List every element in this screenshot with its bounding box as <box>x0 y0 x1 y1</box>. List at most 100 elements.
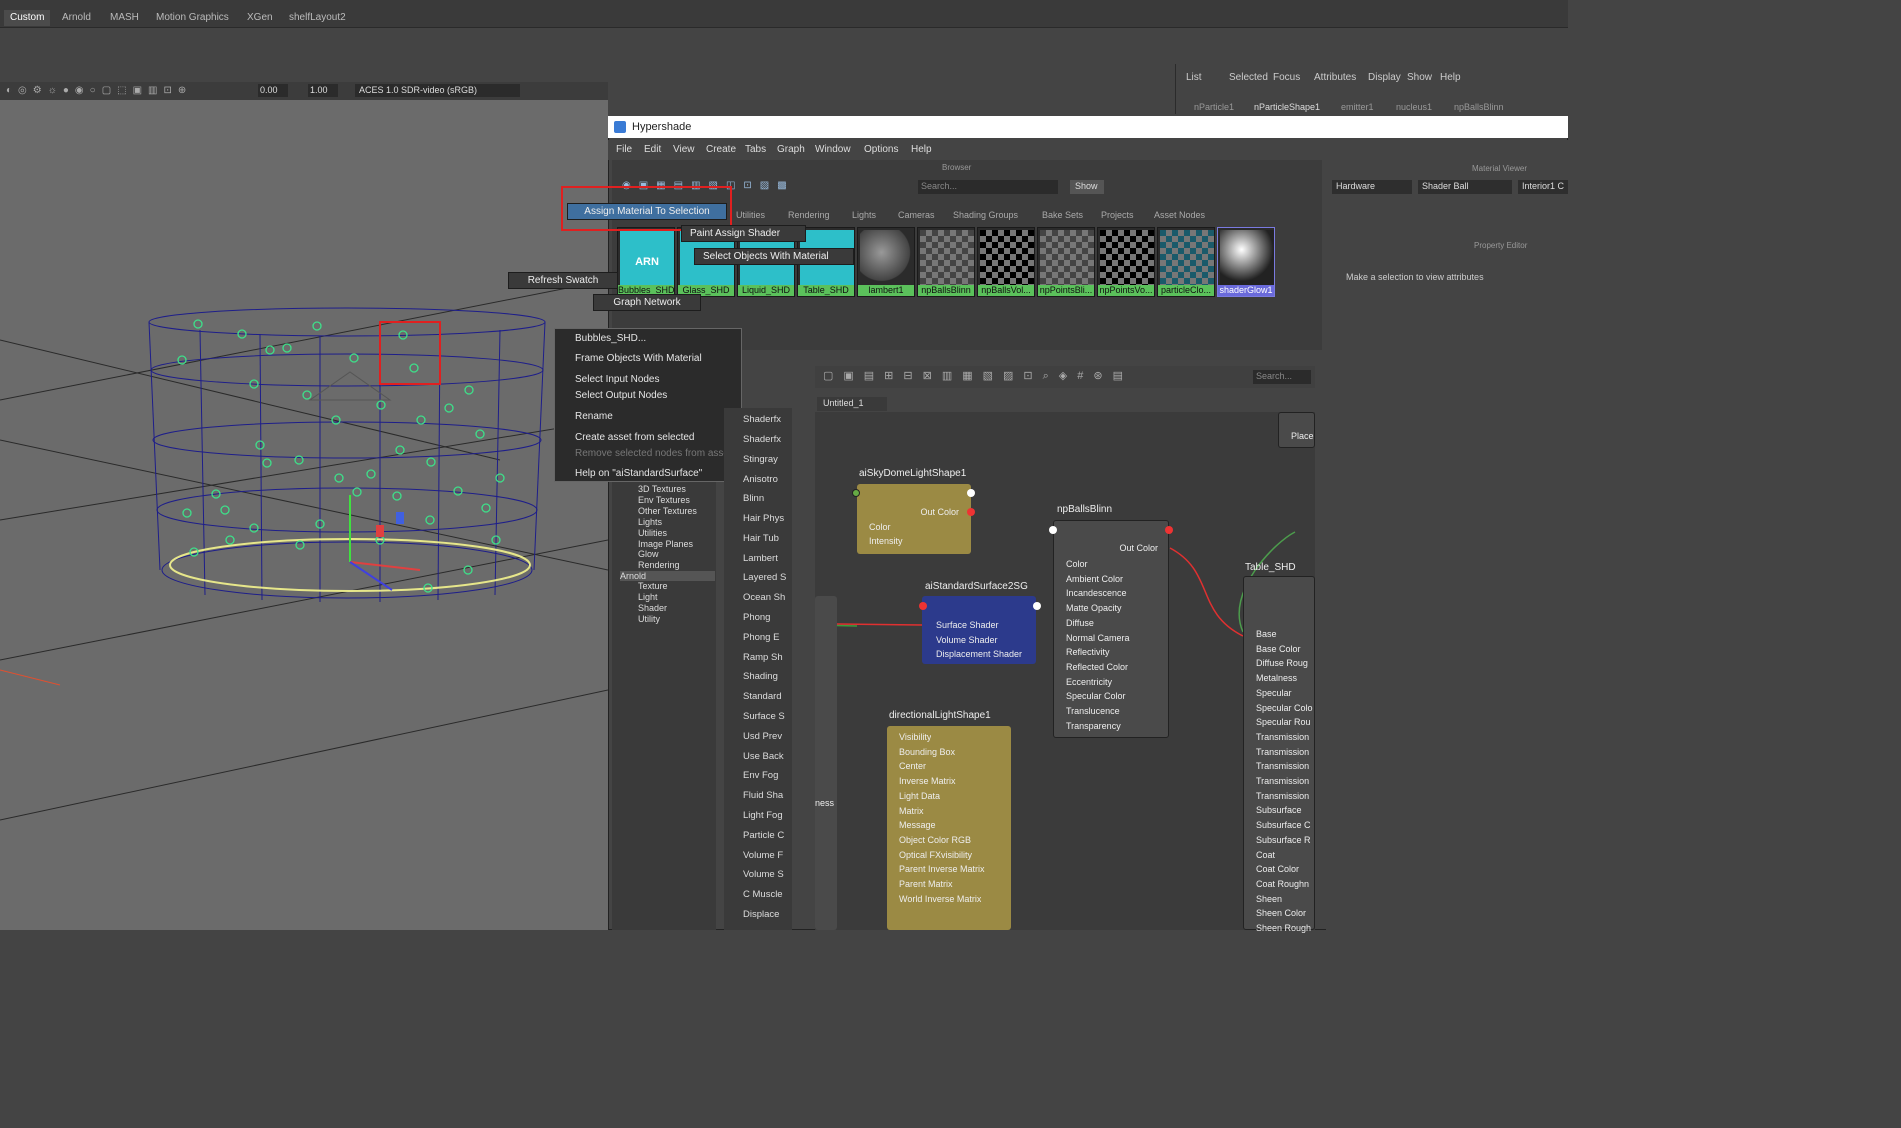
channel-menu-help[interactable]: Help <box>1440 72 1461 83</box>
create-item[interactable]: Volume S <box>743 869 784 880</box>
shelf-tab-shelflayout2[interactable]: shelfLayout2 <box>283 10 352 26</box>
browser-search-input[interactable]: Search... <box>918 180 1058 194</box>
menu-graph[interactable]: Graph <box>777 144 805 155</box>
ctx-select-output-nodes[interactable]: Select Output Nodes <box>575 390 667 401</box>
create-item[interactable]: Shading <box>743 671 778 682</box>
ctx-rename[interactable]: Rename <box>575 411 613 422</box>
browser-tab-projects[interactable]: Projects <box>1101 210 1134 220</box>
gamma-field[interactable]: 1.00 <box>308 84 338 97</box>
partial-left-node[interactable]: ness <box>815 596 837 930</box>
create-item[interactable]: Surface S <box>743 711 785 722</box>
swatch-nppointsvo[interactable]: npPointsVo... <box>1097 227 1155 297</box>
browser-show-button[interactable]: Show <box>1070 180 1104 194</box>
shelf-tab-arnold[interactable]: Arnold <box>56 10 97 26</box>
renderer-dropdown[interactable]: Hardware <box>1332 180 1412 194</box>
tree-env-textures[interactable]: Env Textures <box>638 495 690 505</box>
tree-texture[interactable]: Texture <box>638 581 668 591</box>
shape-dropdown[interactable]: Shader Ball <box>1418 180 1512 194</box>
create-item[interactable]: Use Back <box>743 751 784 762</box>
shelf-tab-mash[interactable]: MASH <box>104 10 145 26</box>
create-item[interactable]: Shaderfx <box>743 434 781 445</box>
swatch-shaderglow1[interactable]: shaderGlow1 <box>1217 227 1275 297</box>
create-item[interactable]: Particle C <box>743 830 784 841</box>
create-item[interactable]: Fluid Sha <box>743 790 783 801</box>
port-dot[interactable] <box>1165 526 1173 534</box>
menu-options[interactable]: Options <box>864 144 898 155</box>
graph-search-input[interactable]: Search... <box>1253 370 1311 384</box>
create-item[interactable]: Hair Phys <box>743 513 784 524</box>
create-item[interactable]: Hair Tub <box>743 533 779 544</box>
create-item[interactable]: Usd Prev <box>743 731 782 742</box>
swatch-bubbles-shd[interactable]: ARN Bubbles_SHD <box>617 227 675 297</box>
graph-toolbar-icons[interactable]: ▢▣▤⊞⊟⊠▥▦▧▨⊡⌕◈#⊛▤ <box>823 369 1133 383</box>
tree-utilities[interactable]: Utilities <box>638 528 667 538</box>
channel-tab-npballsblinn[interactable]: npBallsBlinn <box>1454 102 1504 112</box>
table-shd-node[interactable]: Base Base Color Diffuse Roug Metalness Specu… <box>1243 576 1315 933</box>
swatch-lambert1[interactable]: lambert1 <box>857 227 915 297</box>
create-item[interactable]: Standard <box>743 691 782 702</box>
shelf-tab-custom[interactable]: Custom <box>4 10 51 26</box>
create-item[interactable]: Blinn <box>743 493 764 504</box>
channel-menu-show[interactable]: Show <box>1407 72 1432 83</box>
channel-menu-focus[interactable]: Focus <box>1273 72 1300 83</box>
channel-tab-emitter1[interactable]: emitter1 <box>1341 102 1374 112</box>
create-item[interactable]: Shaderfx <box>743 414 781 425</box>
port-dot[interactable] <box>1033 602 1041 610</box>
channel-tab-nucleus1[interactable]: nucleus1 <box>1396 102 1432 112</box>
shelf-tab-xgen[interactable]: XGen <box>241 10 279 26</box>
tree-glow[interactable]: Glow <box>638 549 659 559</box>
swatch-nppointsbli[interactable]: npPointsBli... <box>1037 227 1095 297</box>
menu-create[interactable]: Create <box>706 144 736 155</box>
tree-lights[interactable]: Lights <box>638 517 662 527</box>
browser-tab-shading-groups[interactable]: Shading Groups <box>953 210 1018 220</box>
tree-3d-textures[interactable]: 3D Textures <box>638 484 686 494</box>
sky-dome-node[interactable]: Out Color Color Intensity <box>857 484 971 554</box>
create-item[interactable]: C Muscle <box>743 889 783 900</box>
menu-edit[interactable]: Edit <box>644 144 661 155</box>
browser-tab-lights[interactable]: Lights <box>852 210 876 220</box>
graph-network-button[interactable]: Graph Network <box>593 294 701 311</box>
select-objects-with-material-button[interactable]: Select Objects With Material <box>694 248 854 265</box>
tree-shader[interactable]: Shader <box>638 603 667 613</box>
tree-arnold[interactable]: Arnold <box>620 571 715 581</box>
create-item[interactable]: Ocean Sh <box>743 592 785 603</box>
graph-tab-untitled[interactable]: Untitled_1 <box>817 397 887 411</box>
browser-tab-asset-nodes[interactable]: Asset Nodes <box>1154 210 1205 220</box>
place-node[interactable]: Place <box>1278 412 1315 448</box>
env-dropdown[interactable]: Interior1 C <box>1518 180 1568 194</box>
exposure-field[interactable]: 0.00 <box>258 84 288 97</box>
create-item[interactable]: Stingray <box>743 454 778 465</box>
refresh-swatch-button[interactable]: Refresh Swatch <box>508 272 618 289</box>
create-item[interactable]: Env Fog <box>743 770 778 781</box>
hypershade-titlebar[interactable]: Hypershade <box>608 116 1568 138</box>
port-dot[interactable] <box>852 489 860 497</box>
port-dot[interactable] <box>967 489 975 497</box>
create-item[interactable]: Layered S <box>743 572 786 583</box>
ctx-bubbles-shd[interactable]: Bubbles_SHD... <box>575 333 646 344</box>
channel-menu-attributes[interactable]: Attributes <box>1314 72 1356 83</box>
port-dot[interactable] <box>1049 526 1057 534</box>
create-item[interactable]: Lambert <box>743 553 778 564</box>
create-item[interactable]: Phong <box>743 612 770 623</box>
3d-viewport[interactable] <box>0 100 608 930</box>
channel-menu-display[interactable]: Display <box>1368 72 1401 83</box>
ctx-frame-objects[interactable]: Frame Objects With Material <box>575 353 702 364</box>
create-item[interactable]: Ramp Sh <box>743 652 783 663</box>
create-item[interactable]: Displace <box>743 909 779 920</box>
menu-file[interactable]: File <box>616 144 632 155</box>
browser-tab-cameras[interactable]: Cameras <box>898 210 935 220</box>
channel-tab-nparticle1[interactable]: nParticle1 <box>1194 102 1234 112</box>
ctx-select-input-nodes[interactable]: Select Input Nodes <box>575 374 660 385</box>
port-dot[interactable] <box>967 508 975 516</box>
swatch-particlecloud[interactable]: particleClo... <box>1157 227 1215 297</box>
browser-tab-utilities[interactable]: Utilities <box>736 210 765 220</box>
assign-material-button[interactable]: Assign Material To Selection <box>567 203 727 220</box>
ctx-create-asset[interactable]: Create asset from selected <box>575 432 695 443</box>
menu-help[interactable]: Help <box>911 144 932 155</box>
browser-tab-rendering[interactable]: Rendering <box>788 210 830 220</box>
create-item[interactable]: Light Fog <box>743 810 783 821</box>
create-item[interactable]: Volume F <box>743 850 783 861</box>
menu-window[interactable]: Window <box>815 144 851 155</box>
tree-utility[interactable]: Utility <box>638 614 660 624</box>
browser-tab-bake-sets[interactable]: Bake Sets <box>1042 210 1083 220</box>
